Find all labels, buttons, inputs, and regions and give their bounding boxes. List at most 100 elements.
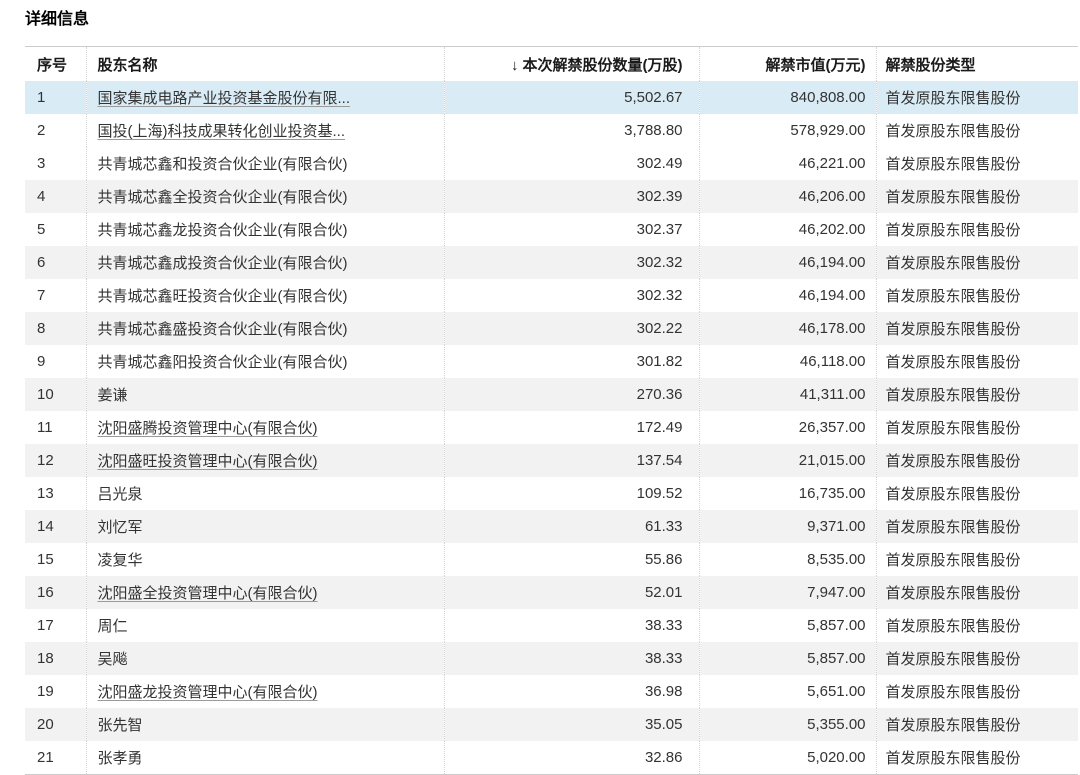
cell-share-type: 首发原股东限售股份 — [876, 345, 1078, 378]
cell-share-type: 首发原股东限售股份 — [876, 741, 1078, 775]
table-row[interactable]: 2 国投(上海)科技成果转化创业投资基... 3,788.80 578,929.… — [25, 114, 1078, 147]
cell-shareholder: 沈阳盛腾投资管理中心(有限合伙) — [86, 411, 444, 444]
shareholder-name: 凌复华 — [98, 552, 143, 569]
shareholder-link[interactable]: 沈阳盛旺投资管理中心(有限合伙) — [98, 453, 318, 470]
cell-shares: 270.36 — [444, 378, 699, 411]
cell-shareholder: 共青城芯鑫成投资合伙企业(有限合伙) — [86, 246, 444, 279]
cell-index: 20 — [25, 708, 86, 741]
cell-index: 11 — [25, 411, 86, 444]
cell-index: 7 — [25, 279, 86, 312]
col-header-market-value[interactable]: 解禁市值(万元) — [699, 47, 876, 82]
cell-market-value: 7,947.00 — [699, 576, 876, 609]
table-row[interactable]: 1 国家集成电路产业投资基金股份有限... 5,502.67 840,808.0… — [25, 81, 1078, 114]
col-header-index[interactable]: 序号 — [25, 47, 86, 82]
table-row[interactable]: 21 张孝勇 32.86 5,020.00 首发原股东限售股份 — [25, 741, 1078, 775]
table-row[interactable]: 16 沈阳盛全投资管理中心(有限合伙) 52.01 7,947.00 首发原股东… — [25, 576, 1078, 609]
cell-share-type: 首发原股东限售股份 — [876, 312, 1078, 345]
cell-shares: 32.86 — [444, 741, 699, 775]
table-row[interactable]: 20 张先智 35.05 5,355.00 首发原股东限售股份 — [25, 708, 1078, 741]
cell-market-value: 46,178.00 — [699, 312, 876, 345]
shareholder-link[interactable]: 沈阳盛腾投资管理中心(有限合伙) — [98, 420, 318, 437]
shareholder-name: 张先智 — [98, 717, 143, 734]
cell-market-value: 46,202.00 — [699, 213, 876, 246]
cell-shareholder: 凌复华 — [86, 543, 444, 576]
cell-share-type: 首发原股东限售股份 — [876, 675, 1078, 708]
cell-index: 3 — [25, 147, 86, 180]
cell-market-value: 840,808.00 — [699, 81, 876, 114]
table-row[interactable]: 9 共青城芯鑫阳投资合伙企业(有限合伙) 301.82 46,118.00 首发… — [25, 345, 1078, 378]
cell-shareholder: 沈阳盛旺投资管理中心(有限合伙) — [86, 444, 444, 477]
cell-shareholder: 周仁 — [86, 609, 444, 642]
cell-shareholder: 姜谦 — [86, 378, 444, 411]
cell-shares: 55.86 — [444, 543, 699, 576]
cell-share-type: 首发原股东限售股份 — [876, 708, 1078, 741]
cell-market-value: 578,929.00 — [699, 114, 876, 147]
cell-share-type: 首发原股东限售股份 — [876, 576, 1078, 609]
col-header-shareholder[interactable]: 股东名称 — [86, 47, 444, 82]
cell-shareholder: 吴飚 — [86, 642, 444, 675]
table-row[interactable]: 15 凌复华 55.86 8,535.00 首发原股东限售股份 — [25, 543, 1078, 576]
cell-index: 15 — [25, 543, 86, 576]
shareholder-name: 吴飚 — [98, 651, 128, 668]
table-body: 1 国家集成电路产业投资基金股份有限... 5,502.67 840,808.0… — [25, 81, 1078, 775]
table-row[interactable]: 10 姜谦 270.36 41,311.00 首发原股东限售股份 — [25, 378, 1078, 411]
cell-shares: 172.49 — [444, 411, 699, 444]
table-row[interactable]: 14 刘忆军 61.33 9,371.00 首发原股东限售股份 — [25, 510, 1078, 543]
cell-share-type: 首发原股东限售股份 — [876, 543, 1078, 576]
cell-index: 16 — [25, 576, 86, 609]
cell-market-value: 26,357.00 — [699, 411, 876, 444]
cell-shares: 302.37 — [444, 213, 699, 246]
shareholder-name: 共青城芯鑫全投资合伙企业(有限合伙) — [98, 189, 348, 206]
table-row[interactable]: 18 吴飚 38.33 5,857.00 首发原股东限售股份 — [25, 642, 1078, 675]
shareholder-name: 吕光泉 — [98, 486, 143, 503]
shareholder-link[interactable]: 国投(上海)科技成果转化创业投资基... — [98, 123, 346, 140]
shareholder-name: 周仁 — [98, 618, 128, 635]
cell-shareholder: 共青城芯鑫旺投资合伙企业(有限合伙) — [86, 279, 444, 312]
table-row[interactable]: 6 共青城芯鑫成投资合伙企业(有限合伙) 302.32 46,194.00 首发… — [25, 246, 1078, 279]
table-row[interactable]: 3 共青城芯鑫和投资合伙企业(有限合伙) 302.49 46,221.00 首发… — [25, 147, 1078, 180]
col-header-shares-sorted[interactable]: ↓本次解禁股份数量(万股) — [444, 47, 699, 82]
table-row[interactable]: 7 共青城芯鑫旺投资合伙企业(有限合伙) 302.32 46,194.00 首发… — [25, 279, 1078, 312]
cell-market-value: 8,535.00 — [699, 543, 876, 576]
cell-shares: 302.49 — [444, 147, 699, 180]
cell-index: 5 — [25, 213, 86, 246]
cell-shares: 302.32 — [444, 279, 699, 312]
cell-index: 13 — [25, 477, 86, 510]
cell-shareholder: 刘忆军 — [86, 510, 444, 543]
cell-index: 17 — [25, 609, 86, 642]
cell-shareholder: 共青城芯鑫龙投资合伙企业(有限合伙) — [86, 213, 444, 246]
cell-shareholder: 共青城芯鑫和投资合伙企业(有限合伙) — [86, 147, 444, 180]
cell-market-value: 46,206.00 — [699, 180, 876, 213]
table-row[interactable]: 12 沈阳盛旺投资管理中心(有限合伙) 137.54 21,015.00 首发原… — [25, 444, 1078, 477]
cell-market-value: 46,194.00 — [699, 279, 876, 312]
table-row[interactable]: 5 共青城芯鑫龙投资合伙企业(有限合伙) 302.37 46,202.00 首发… — [25, 213, 1078, 246]
cell-share-type: 首发原股东限售股份 — [876, 213, 1078, 246]
cell-share-type: 首发原股东限售股份 — [876, 246, 1078, 279]
shareholder-link[interactable]: 国家集成电路产业投资基金股份有限... — [98, 90, 351, 107]
cell-index: 9 — [25, 345, 86, 378]
unlock-detail-table: 序号 股东名称 ↓本次解禁股份数量(万股) 解禁市值(万元) 解禁股份类型 1 … — [25, 46, 1078, 775]
shareholder-link[interactable]: 沈阳盛全投资管理中心(有限合伙) — [98, 585, 318, 602]
table-row[interactable]: 13 吕光泉 109.52 16,735.00 首发原股东限售股份 — [25, 477, 1078, 510]
cell-index: 18 — [25, 642, 86, 675]
col-header-share-type[interactable]: 解禁股份类型 — [876, 47, 1078, 82]
table-row[interactable]: 17 周仁 38.33 5,857.00 首发原股东限售股份 — [25, 609, 1078, 642]
table-row[interactable]: 19 沈阳盛龙投资管理中心(有限合伙) 36.98 5,651.00 首发原股东… — [25, 675, 1078, 708]
shareholder-name: 共青城芯鑫阳投资合伙企业(有限合伙) — [98, 354, 348, 371]
cell-shares: 137.54 — [444, 444, 699, 477]
cell-index: 8 — [25, 312, 86, 345]
table-row[interactable]: 11 沈阳盛腾投资管理中心(有限合伙) 172.49 26,357.00 首发原… — [25, 411, 1078, 444]
cell-shares: 36.98 — [444, 675, 699, 708]
cell-share-type: 首发原股东限售股份 — [876, 609, 1078, 642]
cell-index: 12 — [25, 444, 86, 477]
table-row[interactable]: 4 共青城芯鑫全投资合伙企业(有限合伙) 302.39 46,206.00 首发… — [25, 180, 1078, 213]
shareholder-link[interactable]: 沈阳盛龙投资管理中心(有限合伙) — [98, 684, 318, 701]
table-row[interactable]: 8 共青城芯鑫盛投资合伙企业(有限合伙) 302.22 46,178.00 首发… — [25, 312, 1078, 345]
cell-shareholder: 国投(上海)科技成果转化创业投资基... — [86, 114, 444, 147]
cell-market-value: 5,857.00 — [699, 609, 876, 642]
cell-share-type: 首发原股东限售股份 — [876, 510, 1078, 543]
cell-index: 1 — [25, 81, 86, 114]
cell-shares: 302.32 — [444, 246, 699, 279]
cell-index: 14 — [25, 510, 86, 543]
cell-shareholder: 张孝勇 — [86, 741, 444, 775]
